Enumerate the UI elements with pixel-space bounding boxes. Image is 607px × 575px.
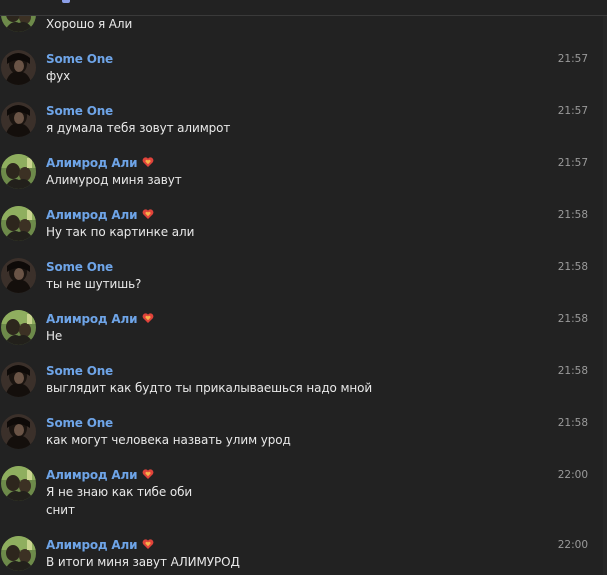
avatar[interactable]	[1, 154, 36, 189]
author-name[interactable]: Алимрод Али	[46, 468, 154, 483]
message-text: Не	[46, 329, 63, 343]
chat-window: Хорошо я Али Some One 21:57 фух Some One 21:5…	[0, 0, 607, 575]
message-timestamp: 21:57	[557, 105, 588, 117]
message-text: Ну так по картинке али	[46, 225, 195, 239]
author-name-label: Some One	[46, 104, 113, 118]
message-text: как могут человека назвать улим урод	[46, 433, 291, 447]
message-timestamp: 21:58	[557, 365, 588, 377]
message-timestamp: 21:58	[557, 209, 588, 221]
message-text: Алимурод миня завут	[46, 173, 182, 187]
message-timestamp: 21:58	[557, 261, 588, 273]
message-text: фух	[46, 69, 71, 83]
heart-icon	[142, 538, 154, 553]
message-timestamp: 22:00	[557, 469, 588, 481]
author-name-label: Some One	[46, 416, 113, 430]
author-name-label: Some One	[46, 260, 113, 274]
author-name-label: Алимрод Али	[46, 312, 138, 326]
avatar[interactable]	[1, 414, 36, 449]
author-name[interactable]: Some One	[46, 364, 113, 378]
author-name[interactable]: Алимрод Али	[46, 156, 154, 171]
avatar[interactable]	[1, 102, 36, 137]
message-timestamp: 21:58	[557, 313, 588, 325]
message-timestamp: 21:58	[557, 417, 588, 429]
author-name[interactable]: Some One	[46, 260, 113, 274]
avatar[interactable]	[1, 206, 36, 241]
author-name-label: Алимрод Али	[46, 468, 138, 482]
message-timestamp: 22:00	[557, 539, 588, 551]
heart-icon	[142, 312, 154, 327]
heart-icon	[142, 208, 154, 223]
author-name-label: Алимрод Али	[46, 208, 138, 222]
author-name[interactable]: Some One	[46, 52, 113, 66]
avatar[interactable]	[1, 466, 36, 501]
message-text: выглядит как будто ты прикалываешься над…	[46, 381, 373, 395]
heart-icon	[142, 156, 154, 171]
avatar[interactable]	[1, 50, 36, 85]
header-accent	[62, 0, 70, 3]
author-name-label: Some One	[46, 52, 113, 66]
author-name-label: Алимрод Али	[46, 538, 138, 552]
author-name[interactable]: Алимрод Али	[46, 208, 154, 223]
message-text: я думала тебя зовут алимрот	[46, 121, 231, 135]
message-text: Я не знаю как тибе оби	[46, 485, 193, 499]
author-name[interactable]: Алимрод Али	[46, 312, 154, 327]
heart-icon	[142, 468, 154, 483]
message-text: Хорошо я Али	[46, 17, 133, 31]
message-text: В итоги миня завут АЛИМУРОД	[46, 555, 240, 569]
author-name[interactable]: Some One	[46, 104, 113, 118]
avatar[interactable]	[1, 362, 36, 397]
author-name[interactable]: Алимрод Али	[46, 538, 154, 553]
author-name[interactable]: Some One	[46, 416, 113, 430]
message-timestamp: 21:57	[557, 53, 588, 65]
scrollbar[interactable]	[603, 15, 607, 575]
message-text: ты не шутишь?	[46, 277, 142, 291]
avatar[interactable]	[1, 536, 36, 571]
chat-header	[0, 0, 607, 16]
message-text-continued: снит	[46, 503, 75, 517]
avatar[interactable]	[1, 310, 36, 345]
author-name-label: Алимрод Али	[46, 156, 138, 170]
message-timestamp: 21:57	[557, 157, 588, 169]
avatar[interactable]	[1, 258, 36, 293]
author-name-label: Some One	[46, 364, 113, 378]
